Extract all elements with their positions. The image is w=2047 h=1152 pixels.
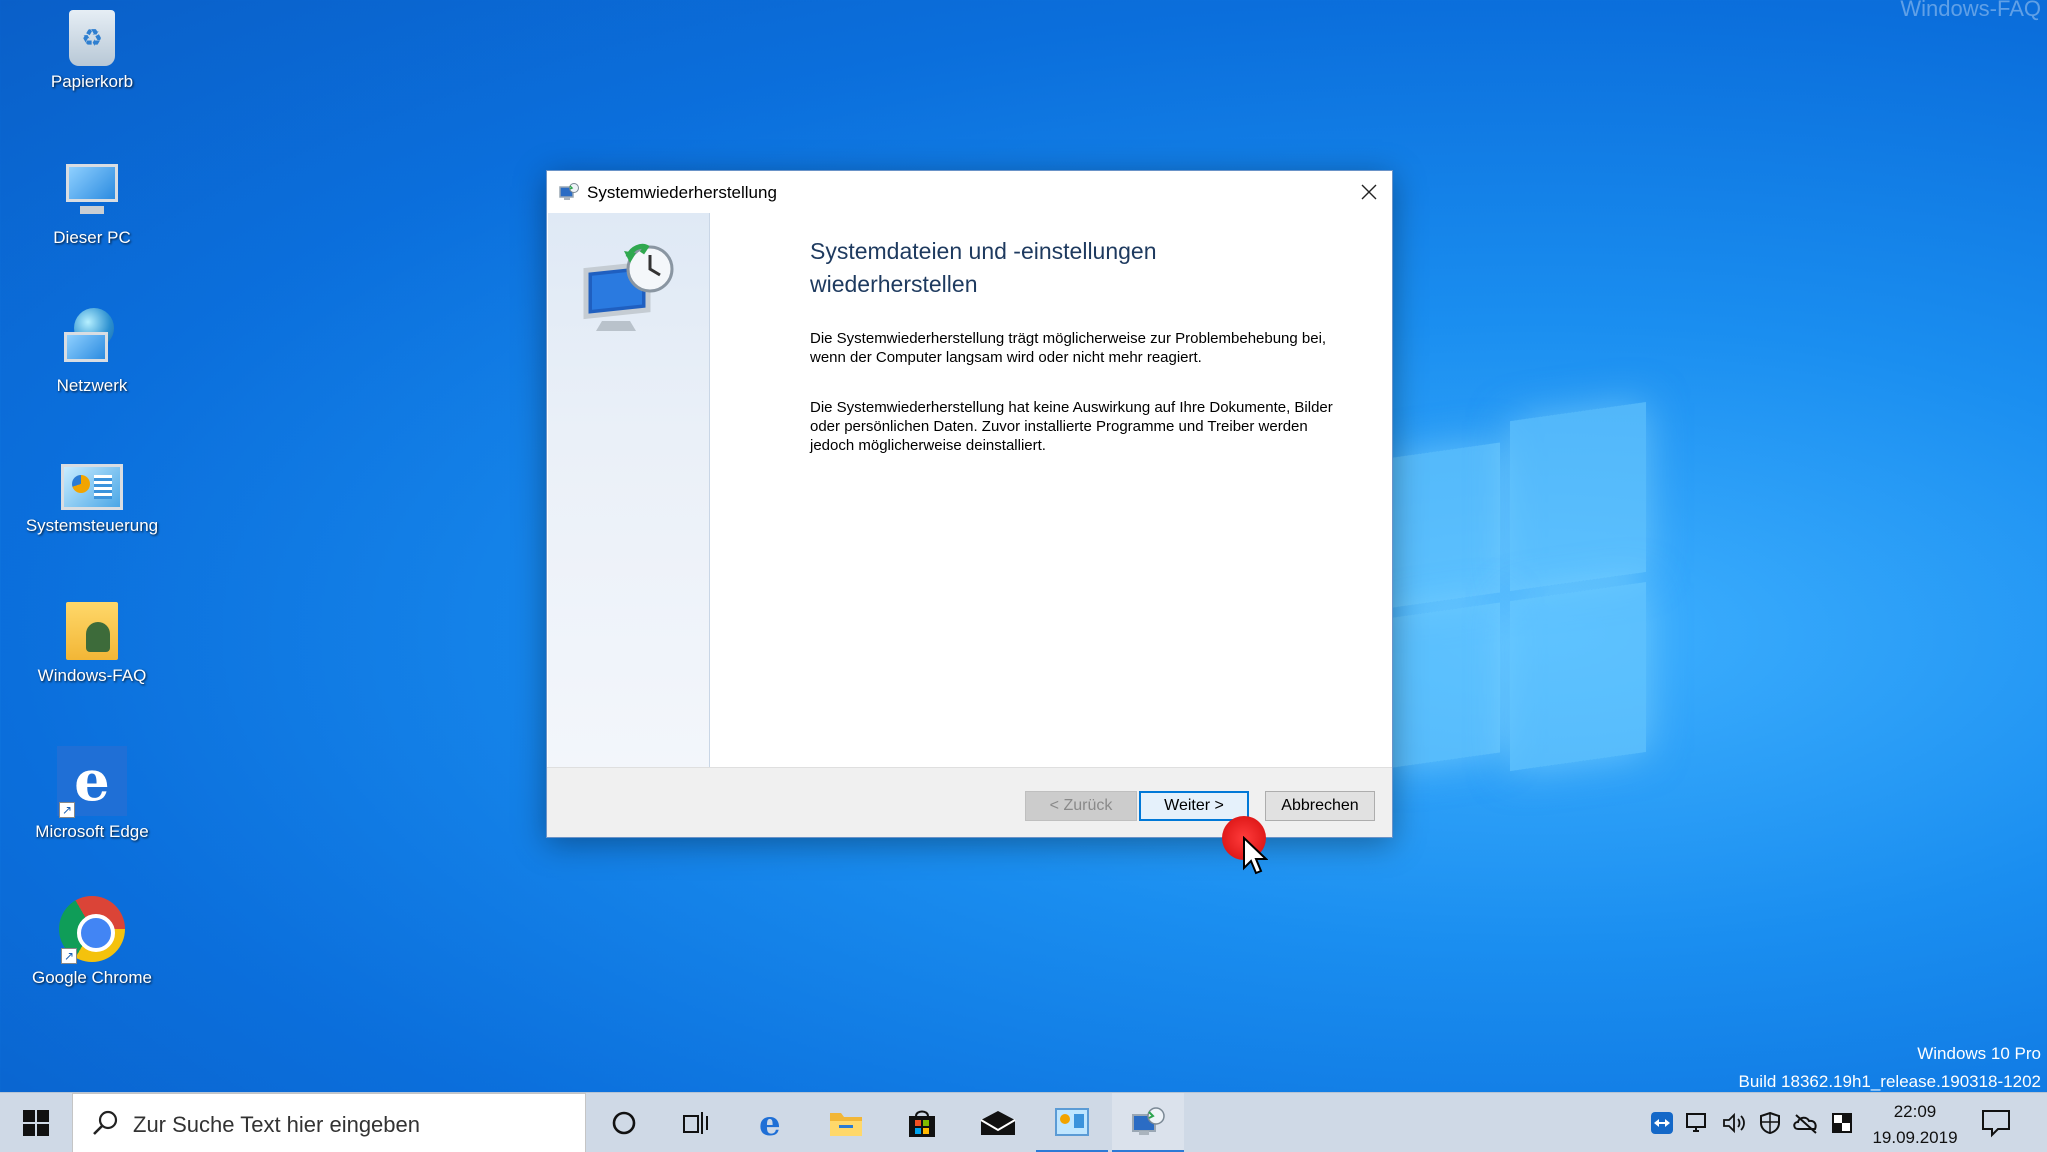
- flag-tray-icon[interactable]: [1828, 1109, 1856, 1137]
- system-restore-dialog: Systemwiederherstellung Systemdateien un…: [546, 170, 1393, 838]
- desktop-icon-label: Systemsteuerung: [25, 516, 159, 535]
- desktop-icon-chrome[interactable]: ↗ Google Chrome: [22, 896, 162, 988]
- network-icon: [60, 306, 124, 370]
- dialog-titlebar[interactable]: Systemwiederherstellung: [547, 171, 1392, 213]
- taskbar-system-restore-button[interactable]: [1112, 1093, 1184, 1152]
- desktop-icon-label: Netzwerk: [56, 376, 128, 395]
- start-button[interactable]: [0, 1093, 72, 1152]
- taskbar-edge-button[interactable]: e: [736, 1093, 808, 1152]
- mouse-cursor-icon: [1243, 836, 1268, 875]
- close-icon: [1361, 184, 1377, 200]
- back-button[interactable]: < Zurück: [1025, 791, 1137, 821]
- wizard-footer: < Zurück Weiter > Abbrechen: [547, 767, 1392, 837]
- search-placeholder: Zur Suche Text hier eingeben: [133, 1112, 420, 1137]
- network-tray-icon[interactable]: [1684, 1109, 1712, 1137]
- control-panel-icon: [61, 464, 123, 510]
- desktop-icon-label: Microsoft Edge: [35, 822, 149, 841]
- taskbar-store-button[interactable]: [886, 1093, 958, 1152]
- desktop-icon-recycle-bin[interactable]: Papierkorb: [22, 10, 162, 92]
- taskbar-control-panel-button[interactable]: [1036, 1093, 1108, 1152]
- taskbar-mail-button[interactable]: [962, 1093, 1034, 1152]
- edge-icon: e ↗: [57, 746, 127, 818]
- search-icon: [93, 1110, 118, 1135]
- wizard-side-panel: [548, 213, 710, 768]
- taskbar-explorer-button[interactable]: [810, 1093, 882, 1152]
- user-folder-icon: [66, 602, 118, 660]
- svg-text:e: e: [759, 1107, 781, 1139]
- desktop-icon-this-pc[interactable]: Dieser PC: [22, 158, 162, 248]
- system-tray: [1644, 1093, 1860, 1152]
- taskbar-clock[interactable]: 22:09 19.09.2019: [1860, 1099, 1970, 1151]
- store-icon: [909, 1110, 935, 1137]
- system-restore-icon: [559, 183, 579, 200]
- desktop-icon-network[interactable]: Netzwerk: [22, 306, 162, 396]
- desktop-icon-label: Papierkorb: [50, 72, 134, 91]
- heading-line-1: Systemdateien und -einstellungen: [810, 238, 1157, 264]
- close-button[interactable]: [1346, 171, 1392, 213]
- desktop-icon-edge[interactable]: e ↗ Microsoft Edge: [22, 746, 162, 842]
- chrome-icon: ↗: [59, 896, 125, 964]
- windows-start-icon: [23, 1110, 49, 1136]
- recycle-bin-icon: [69, 10, 115, 66]
- security-tray-icon[interactable]: [1756, 1109, 1784, 1137]
- system-restore-wizard-icon: [583, 243, 674, 331]
- mail-icon: [980, 1111, 1016, 1135]
- action-center-icon[interactable]: [1980, 1107, 2012, 1139]
- wizard-content: Systemdateien und -einstellungen wiederh…: [810, 235, 1340, 454]
- windows-logo-backdrop: [1390, 392, 1646, 808]
- shortcut-arrow-icon: ↗: [61, 948, 77, 964]
- heading-line-2: wiederherstellen: [810, 271, 978, 297]
- next-button[interactable]: Weiter >: [1139, 791, 1249, 821]
- desktop-icon-windows-faq[interactable]: Windows-FAQ: [22, 602, 162, 686]
- taskbar-search-box[interactable]: Zur Suche Text hier eingeben: [72, 1093, 586, 1152]
- task-view-icon: [683, 1112, 708, 1134]
- computer-icon: [60, 158, 124, 222]
- system-restore-icon: [1132, 1106, 1165, 1135]
- shortcut-arrow-icon: ↗: [59, 802, 75, 818]
- cortana-icon: [612, 1111, 636, 1135]
- watermark-text: Windows-FAQ: [1900, 0, 2041, 21]
- cancel-button[interactable]: Abbrechen: [1265, 791, 1375, 821]
- onedrive-tray-icon[interactable]: [1792, 1109, 1820, 1137]
- file-explorer-icon: [830, 1113, 862, 1136]
- clock-date: 19.09.2019: [1872, 1128, 1958, 1147]
- dialog-title: Systemwiederherstellung: [587, 183, 777, 202]
- desktop-icon-label: Google Chrome: [31, 968, 152, 987]
- task-view-button[interactable]: [660, 1093, 732, 1152]
- teamviewer-tray-icon[interactable]: [1648, 1109, 1676, 1137]
- edge-icon: e: [759, 1107, 781, 1139]
- clock-time: 22:09: [1893, 1102, 1937, 1121]
- cortana-button[interactable]: [588, 1093, 660, 1152]
- desktop-icon-control-panel[interactable]: Systemsteuerung: [22, 454, 162, 536]
- build-info: Windows 10 Pro Build 18362.19h1_release.…: [1739, 1040, 2041, 1096]
- volume-tray-icon[interactable]: [1720, 1109, 1748, 1137]
- description-paragraph-2: Die Systemwiederherstellung hat keine Au…: [810, 399, 1333, 454]
- desktop-icon-label: Dieser PC: [53, 228, 131, 247]
- desktop-icon-label: Windows-FAQ: [37, 666, 147, 685]
- control-panel-icon: [1055, 1107, 1089, 1136]
- windows-edition: Windows 10 Pro: [1917, 1044, 2041, 1063]
- description-paragraph-1: Die Systemwiederherstellung trägt möglic…: [810, 330, 1327, 366]
- taskbar: Zur Suche Text hier eingeben e 22:09 19.…: [0, 1092, 2047, 1152]
- wizard-heading: Systemdateien und -einstellungen wiederh…: [810, 235, 1340, 301]
